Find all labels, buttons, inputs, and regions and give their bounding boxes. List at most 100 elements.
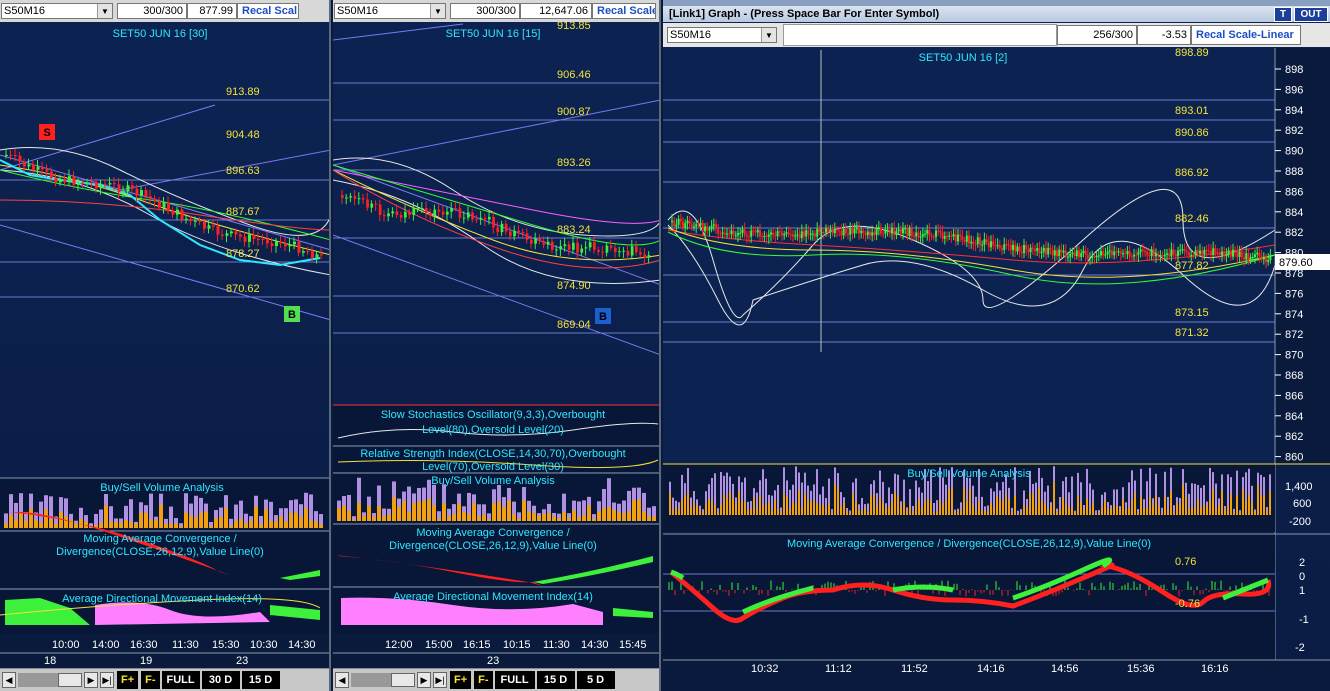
volume-bar-buy [582, 515, 586, 521]
candle-body [767, 234, 770, 237]
candle-body [593, 242, 596, 250]
candle-body [185, 218, 188, 220]
volume-bar-buy [975, 510, 977, 515]
candle-body [302, 251, 305, 253]
candle-body [1126, 250, 1129, 255]
range-full-button[interactable]: FULL [161, 671, 200, 689]
indicator-title-rsi-1: Relative Strength Index(CLOSE,14,30,70),… [360, 448, 625, 460]
volume-tick: 1,400 [1285, 481, 1313, 493]
zoom-in-button[interactable]: F+ [117, 671, 139, 689]
candle-body [728, 233, 731, 235]
candle-body [719, 233, 722, 235]
candle-body [416, 208, 420, 210]
volume-tick: -200 [1289, 516, 1311, 528]
candle-body [584, 247, 588, 249]
scrollbar-track[interactable] [18, 673, 58, 687]
volume-bar-buy [687, 493, 689, 515]
candle-body [1223, 251, 1226, 257]
candle-body [153, 198, 157, 202]
candle-body [935, 230, 937, 237]
candle-body [167, 202, 170, 211]
candle-body [803, 231, 805, 237]
volume-bar-buy [342, 505, 346, 521]
volume-bar-buy [637, 499, 641, 521]
range-15d-button[interactable]: 15 D [536, 671, 575, 689]
volume-bar-buy [1263, 495, 1265, 515]
volume-bar-buy [104, 505, 108, 528]
zoom-in-button[interactable]: F+ [450, 671, 472, 689]
volume-bar-buy [702, 512, 704, 515]
volume-bar-buy [951, 487, 953, 515]
scrollbar-thumb[interactable] [391, 673, 415, 687]
volume-bar-buy [1035, 505, 1037, 515]
scroll-end-icon[interactable]: ▶| [433, 672, 447, 688]
zoom-out-button[interactable]: F- [474, 671, 493, 689]
volume-bar-buy [124, 519, 128, 528]
scroll-right-icon[interactable]: ▶ [417, 672, 431, 688]
panel1-chart[interactable]: S B 913.89 904.48 896.63 887.67 878.27 8… [0, 0, 331, 691]
volume-bar-buy [714, 505, 716, 515]
volume-bar-buy [1047, 508, 1049, 515]
panel3-chart[interactable]: 898.89 893.01 890.86 886.92 882.46 877.8… [663, 0, 1330, 691]
candle-body [1056, 250, 1058, 257]
candle-body [437, 209, 441, 212]
candle-body [1185, 251, 1188, 253]
volume-bar-buy [397, 506, 401, 521]
volume-bar-buy [652, 516, 656, 521]
volume-bar-buy [502, 507, 506, 521]
candle-body [18, 155, 22, 162]
candle-body [820, 232, 823, 234]
volume-bar-buy [753, 497, 755, 515]
candle-body [1157, 254, 1160, 256]
volume-bar-buy [759, 495, 761, 515]
volume-bar-buy [684, 495, 686, 515]
volume-bar-buy [512, 514, 516, 521]
volume-bar-buy [304, 508, 308, 528]
scroll-right-icon[interactable]: ▶ [84, 672, 98, 688]
range-30d-button[interactable]: 30 D [201, 671, 240, 689]
candle-body [597, 249, 600, 252]
range-15d-button[interactable]: 15 D [241, 671, 280, 689]
volume-bar-buy [492, 503, 496, 521]
candle-body [693, 226, 695, 228]
candle-body [1247, 253, 1250, 261]
volume-bar-buy [1062, 497, 1064, 515]
candle-body [216, 225, 220, 235]
scrollbar-thumb[interactable] [58, 673, 82, 687]
candle-body [741, 229, 744, 233]
candle-body [144, 190, 148, 197]
zoom-out-button[interactable]: F- [141, 671, 160, 689]
scroll-end-icon[interactable]: ▶| [100, 672, 114, 688]
volume-bar-buy [867, 512, 869, 515]
volume-bar-buy [477, 516, 481, 521]
candle-body [682, 221, 684, 228]
volume-bar-buy [642, 511, 646, 521]
candle-body [862, 230, 865, 233]
volume-bar-buy [1227, 505, 1229, 515]
panel2-chart[interactable]: B 913.85 906.46 900.87 893.26 883.24 874… [333, 0, 661, 691]
date-label: 19 [140, 655, 152, 667]
volume-bar-buy [284, 521, 288, 528]
macd-lower-level: -0.76 [1175, 598, 1200, 610]
indicator-title-volume: Buy/Sell Volume Analysis [907, 468, 1031, 480]
candle-body [908, 228, 911, 236]
volume-bar-buy [846, 510, 848, 515]
scrollbar-track[interactable] [351, 673, 391, 687]
volume-bar-buy [1041, 500, 1043, 515]
candle-body [475, 219, 479, 221]
volume-bar-buy [447, 516, 451, 521]
candle-body [525, 233, 529, 240]
scroll-left-icon[interactable]: ◀ [2, 672, 16, 688]
level-label: 904.48 [226, 129, 260, 141]
candle-body [1025, 245, 1028, 250]
candle-body [521, 232, 525, 234]
indicator-title-stochastic-2: Level(80),Oversold Level(20) [422, 424, 564, 436]
volume-bar-buy [777, 508, 779, 515]
scroll-left-icon[interactable]: ◀ [335, 672, 349, 688]
volume-bar-buy [1146, 508, 1148, 515]
candle-body [203, 221, 206, 229]
range-full-button[interactable]: FULL [494, 671, 535, 689]
candle-body [530, 239, 533, 244]
range-5d-button[interactable]: 5 D [576, 671, 615, 689]
volume-bar-buy [1029, 492, 1031, 515]
